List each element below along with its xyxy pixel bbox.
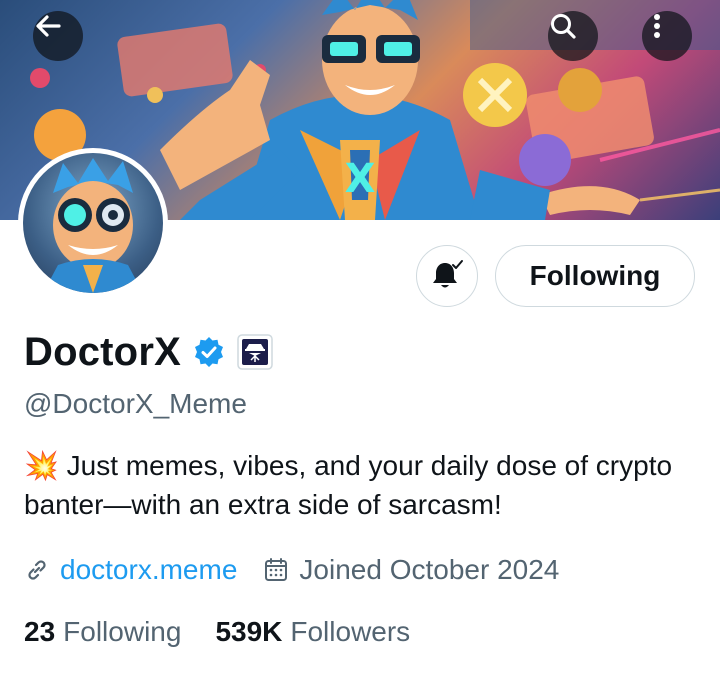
notifications-button[interactable] [416,245,478,307]
svg-text:X: X [345,156,376,202]
following-stat[interactable]: 23 Following [24,616,181,648]
followers-count: 539K [215,616,283,647]
bell-check-icon [433,260,463,288]
bio-text: Just memes, vibes, and your daily dose o… [24,450,673,520]
profile-handle: @DoctorX_Meme [24,388,247,419]
calendar-icon [265,558,288,581]
following-stat-label: Following [63,616,182,647]
following-count: 23 [24,616,56,647]
followers-stat[interactable]: 539K Followers [215,616,410,648]
search-button[interactable] [548,11,598,61]
profile-meta-row: doctorx.meme Joined October 2024 [24,550,559,590]
following-button[interactable]: Following [495,245,695,307]
more-vertical-icon [654,14,660,38]
website-item[interactable]: doctorx.meme [24,554,237,586]
joined-item: Joined October 2024 [263,554,559,586]
followers-stat-label: Followers [290,616,411,647]
avatar[interactable] [18,148,168,298]
profile-bio: 💥 Just memes, vibes, and your daily dose… [24,446,694,524]
spy-affiliate-badge-icon[interactable] [237,334,273,370]
profile-name-row: DoctorX [24,326,273,378]
website-link[interactable]: doctorx.meme [60,554,237,586]
search-icon [551,14,576,39]
link-icon [28,560,46,580]
arrow-left-icon [36,15,61,37]
profile-stats-row: 23 Following 539K Followers [24,612,410,652]
collision-emoji: 💥 [24,450,59,481]
more-options-button[interactable] [642,11,692,61]
display-name: DoctorX [24,329,181,374]
verified-badge-icon[interactable] [193,336,225,368]
joined-date: Joined October 2024 [299,554,560,585]
doctor-x-avatar-illustration [43,158,143,293]
avatar-image [23,153,163,293]
back-button[interactable] [33,11,83,61]
